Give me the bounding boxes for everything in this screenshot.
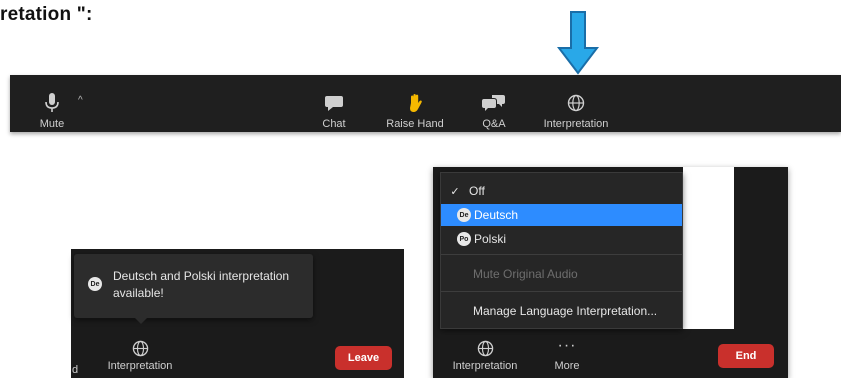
menu-item-polski[interactable]: Po Polski xyxy=(441,228,682,250)
menu-divider xyxy=(441,254,682,255)
edge-label: d xyxy=(72,364,79,376)
more-button[interactable]: ··· More xyxy=(545,337,589,373)
menu-item-label: Deutsch xyxy=(474,208,519,222)
interpretation-menu: ✓ Off De Deutsch Po Polski Mute Original… xyxy=(440,172,683,329)
interpretation-button[interactable]: Interpretation xyxy=(534,75,618,132)
menu-item-label: Off xyxy=(469,184,485,198)
page-heading: retation ": xyxy=(0,4,93,25)
checkmark-icon: ✓ xyxy=(450,185,460,198)
meeting-toolbar: Mute ^ Chat Raise Hand Q&A Interpretatio… xyxy=(10,75,841,132)
mute-button[interactable]: Mute xyxy=(26,75,78,132)
qa-icon xyxy=(482,95,505,111)
raise-hand-button[interactable]: Raise Hand xyxy=(380,75,450,132)
raise-hand-label: Raise Hand xyxy=(386,118,444,130)
interpretation-label: Interpretation xyxy=(543,118,609,130)
chevron-up-icon[interactable]: ^ xyxy=(78,95,83,106)
menu-item-mute-original-audio: Mute Original Audio xyxy=(441,263,682,285)
globe-icon xyxy=(477,340,493,357)
interpretation-button-left[interactable]: Interpretation xyxy=(100,340,180,372)
chat-button[interactable]: Chat xyxy=(312,75,356,132)
more-label: More xyxy=(554,360,580,372)
language-badge: De xyxy=(88,277,102,291)
leave-button[interactable]: Leave xyxy=(335,346,392,370)
globe-icon xyxy=(132,340,148,357)
globe-icon xyxy=(567,94,585,112)
menu-item-off[interactable]: ✓ Off xyxy=(441,180,682,202)
chat-icon xyxy=(325,96,343,111)
video-area xyxy=(683,167,734,329)
chat-label: Chat xyxy=(322,118,346,130)
tooltip-tail xyxy=(134,317,148,324)
menu-item-label: Mute Original Audio xyxy=(473,267,578,281)
interpretation-label: Interpretation xyxy=(452,360,518,372)
mute-label: Mute xyxy=(39,118,65,130)
microphone-icon xyxy=(45,93,59,112)
menu-divider xyxy=(441,291,682,292)
tooltip-text: Deutsch and Polski interpretation availa… xyxy=(113,269,290,300)
interpretation-label: Interpretation xyxy=(107,360,173,372)
qa-button[interactable]: Q&A xyxy=(472,75,516,132)
end-button[interactable]: End xyxy=(718,344,774,368)
interpretation-button-right[interactable]: Interpretation xyxy=(445,340,525,372)
language-badge: De xyxy=(457,208,471,222)
menu-item-label: Polski xyxy=(474,232,507,246)
raise-hand-icon xyxy=(410,94,422,112)
down-arrow-icon xyxy=(556,11,600,75)
menu-item-manage-language-interpretation[interactable]: Manage Language Interpretation... xyxy=(441,300,682,322)
menu-item-label: Manage Language Interpretation... xyxy=(473,304,658,318)
language-badge: Po xyxy=(457,232,471,246)
more-dots-icon: ··· xyxy=(557,337,577,354)
menu-item-deutsch[interactable]: De Deutsch xyxy=(441,204,682,226)
qa-label: Q&A xyxy=(482,118,506,130)
